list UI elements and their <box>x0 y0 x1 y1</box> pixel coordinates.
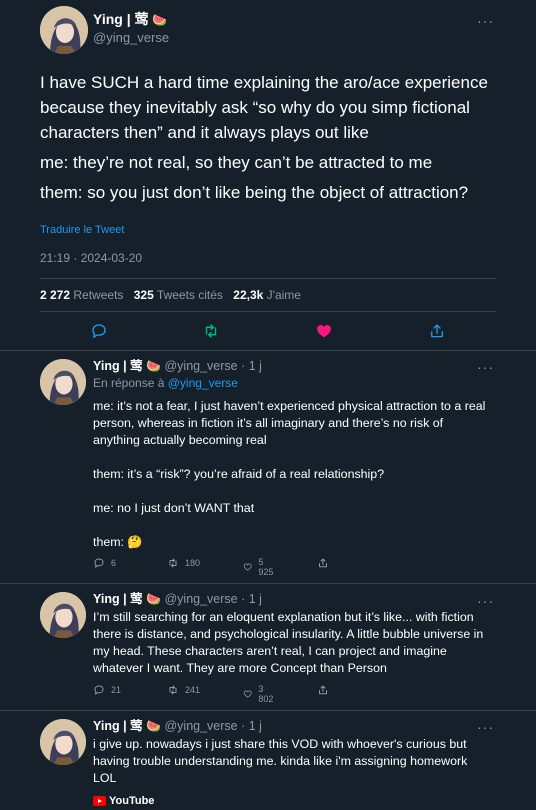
reply-paragraph: I’m still searching for an eloquent expl… <box>93 610 484 675</box>
likes-stat[interactable]: 22,3k J'aime <box>233 288 301 302</box>
youtube-link-card[interactable]: YouTube <box>93 795 154 807</box>
author-handle[interactable]: @ying_verse · 1 j <box>164 719 261 733</box>
author-name[interactable]: Ying | 莺 <box>93 719 143 733</box>
retweet-button[interactable]: 180 <box>167 557 200 569</box>
youtube-icon <box>93 796 106 806</box>
reply-paragraph: them: 🤔 <box>93 535 143 549</box>
replying-to: En réponse à @ying_verse <box>93 376 238 390</box>
divider <box>0 583 536 584</box>
like-icon <box>243 563 252 571</box>
more-options-icon[interactable]: ··· <box>477 720 494 734</box>
like-button[interactable]: 3 802 <box>243 684 276 704</box>
reply-button[interactable]: 6 <box>93 557 116 569</box>
tweet-actions <box>90 322 446 342</box>
divider <box>0 350 536 351</box>
avatar[interactable] <box>40 359 86 405</box>
author-handle[interactable]: @ying_verse <box>93 29 169 46</box>
reply-icon <box>94 558 104 568</box>
share-button[interactable] <box>317 684 335 696</box>
reply-header: Ying | 莺 🍉 @ying_verse · 1 j <box>93 359 262 374</box>
reply-text: I’m still searching for an eloquent expl… <box>93 609 488 677</box>
avatar[interactable] <box>40 719 86 765</box>
retweets-stat[interactable]: 2 272 Retweets <box>40 288 123 302</box>
like-button[interactable]: 5 925 <box>243 557 276 577</box>
tweet-paragraph: me: they’re not real, so they can’t be a… <box>40 153 433 172</box>
watermelon-emoji: 🍉 <box>146 359 161 373</box>
divider <box>40 278 496 279</box>
like-icon[interactable] <box>315 322 333 340</box>
author-name[interactable]: Ying | 莺 <box>93 592 143 606</box>
retweet-button[interactable]: 241 <box>167 684 200 696</box>
share-button[interactable] <box>317 557 335 569</box>
author-handle[interactable]: @ying_verse · 1 j <box>164 592 261 606</box>
reply-icon <box>94 685 104 695</box>
divider <box>40 311 496 312</box>
watermelon-emoji: 🍉 <box>152 13 168 27</box>
retweet-icon <box>169 558 177 568</box>
author-name[interactable]: Ying | 莺 🍉 <box>93 11 169 29</box>
tweet-stats: 2 272 Retweets 325 Tweets cités 22,3k J'… <box>40 288 301 302</box>
share-icon <box>319 685 327 695</box>
reply-paragraph: me: it’s not a fear, I just haven’t expe… <box>93 399 486 447</box>
tweet-author: Ying | 莺 🍉 @ying_verse <box>93 11 169 46</box>
more-options-icon[interactable]: ··· <box>477 594 494 608</box>
translate-tweet-link[interactable]: Traduire le Tweet <box>40 224 124 236</box>
more-options-icon[interactable]: ··· <box>477 14 494 28</box>
reply-header: Ying | 莺 🍉 @ying_verse · 1 j <box>93 592 262 607</box>
watermelon-emoji: 🍉 <box>146 719 161 733</box>
watermelon-emoji: 🍉 <box>146 592 161 606</box>
reply-text: me: it’s not a fear, I just haven’t expe… <box>93 398 488 551</box>
retweet-icon <box>169 685 177 695</box>
retweet-icon[interactable] <box>202 322 220 340</box>
reply-paragraph: me: no I just don’t WANT that <box>93 501 255 515</box>
reply-paragraph: them: it’s a “risk”? you’re afraid of a … <box>93 467 385 481</box>
more-options-icon[interactable]: ··· <box>477 360 494 374</box>
like-icon <box>243 690 252 698</box>
reply-button[interactable]: 21 <box>93 684 121 696</box>
share-icon <box>319 558 327 568</box>
tweet-paragraph: them: so you just don’t like being the o… <box>40 183 469 202</box>
reply-text: i give up. nowadays i just share this VO… <box>93 736 488 787</box>
avatar[interactable] <box>40 6 88 54</box>
quotes-stat[interactable]: 325 Tweets cités <box>134 288 223 302</box>
reply-icon[interactable] <box>90 322 108 340</box>
reply-paragraph: i give up. nowadays i just share this VO… <box>93 737 468 785</box>
share-icon[interactable] <box>428 322 446 340</box>
divider <box>0 710 536 711</box>
avatar[interactable] <box>40 592 86 638</box>
author-name[interactable]: Ying | 莺 <box>93 359 143 373</box>
replying-to-handle[interactable]: @ying_verse <box>168 376 238 390</box>
tweet-timestamp[interactable]: 21:19 · 2024-03-20 <box>40 251 142 265</box>
tweet-paragraph: I have SUCH a hard time explaining the a… <box>40 73 488 142</box>
reply-header: Ying | 莺 🍉 @ying_verse · 1 j <box>93 719 262 734</box>
author-handle[interactable]: @ying_verse · 1 j <box>164 359 261 373</box>
tweet-text: I have SUCH a hard time explaining the a… <box>40 70 500 210</box>
